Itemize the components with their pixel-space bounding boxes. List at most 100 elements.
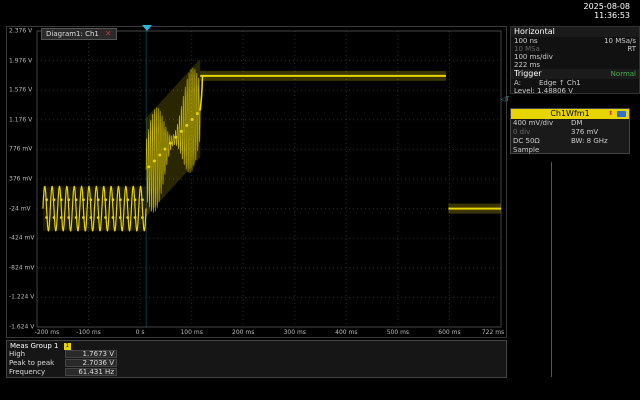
trace-dot	[168, 141, 172, 145]
trigger-level[interactable]: Level: 1.48806 V	[511, 87, 639, 95]
vertical-offset: 376 mV	[571, 128, 599, 136]
measurement-row[interactable]: High 1.7673 V	[7, 350, 117, 359]
horizontal-row[interactable]: 100 ns 10 MSa/s	[511, 37, 639, 45]
trace-dot	[111, 216, 115, 219]
trace-rise-edge	[199, 75, 206, 111]
horizontal-row[interactable]: 100 ms/div	[511, 53, 639, 61]
y-tick-label: 1.176 V	[9, 116, 33, 124]
trace-dot	[104, 198, 107, 202]
trace-dot	[118, 216, 122, 219]
trigger-slot: A:	[514, 79, 522, 87]
measurement-value: 1.7673 V	[65, 350, 117, 358]
trace-dot	[45, 198, 48, 202]
measurement-value: 61.431 Hz	[65, 368, 117, 376]
trace-dot	[141, 198, 144, 202]
trigger-title: Trigger	[514, 69, 542, 78]
trace-dot	[141, 216, 144, 219]
measurement-row[interactable]: Frequency 61.431 Hz	[7, 368, 117, 377]
date-display: 2025-08-08	[583, 2, 631, 11]
x-tick-label: 500 ms	[386, 329, 410, 336]
x-tick-label: 200 ms	[232, 329, 255, 336]
waveform-row[interactable]: 400 mV/div DM	[511, 119, 629, 128]
measurement-group-panel[interactable]: Meas Group 1 1 High 1.7673 V Peak to pea…	[6, 340, 507, 378]
horizontal-record-length: 10 MSa	[514, 45, 540, 53]
measurement-label: High	[9, 350, 26, 358]
trace-dot	[126, 198, 130, 202]
trace-dot	[111, 198, 115, 202]
trace-dot	[195, 112, 199, 116]
trigger-level-marker[interactable]: ◁T	[501, 96, 509, 103]
trace-dot	[52, 216, 56, 219]
measurement-value: 2.7036 V	[65, 359, 117, 367]
trace-dot	[174, 135, 178, 139]
trace-dot	[118, 198, 122, 202]
trace-dot	[152, 159, 156, 163]
trace-dot	[147, 165, 151, 169]
trace-dot	[133, 198, 137, 202]
measurement-badge: 1	[63, 342, 71, 350]
horizontal-timebase: 100 ms/div	[514, 53, 553, 61]
trace-dot	[89, 216, 93, 219]
horizontal-resolution: 100 ns	[514, 37, 538, 45]
trace-dot	[67, 198, 71, 202]
trace-dot	[74, 216, 78, 219]
updown-arrows-icon[interactable]: ⬍	[608, 109, 613, 119]
measurement-label: Frequency	[9, 368, 46, 376]
settings-icon[interactable]	[617, 111, 626, 117]
channel-waveform-panel[interactable]: Ch1Wfm1 ⬍ 400 mV/div DM 0 div 376 mV DC …	[510, 108, 630, 154]
x-tick-label: 722 ms	[481, 329, 505, 336]
y-tick-label: 1.976 V	[9, 57, 33, 65]
trace-dot	[179, 129, 183, 133]
trace-dot	[45, 216, 48, 219]
trace-dot	[126, 216, 130, 219]
horizontal-position: 222 ms	[514, 61, 541, 69]
trace-dot	[158, 153, 162, 157]
waveform-row[interactable]: Sample	[511, 146, 629, 155]
trace-dot	[59, 198, 63, 202]
waveform-row[interactable]: DC 50Ω BW: 8 GHz	[511, 137, 629, 146]
trace-dot	[82, 216, 85, 219]
trace-dot	[163, 147, 167, 151]
horizontal-row[interactable]: 222 ms	[511, 61, 639, 69]
measurement-group-title[interactable]: Meas Group 1 1	[7, 341, 506, 350]
horizontal-sample-rate: 10 MSa/s	[604, 37, 636, 45]
y-tick-label: 376 mV	[9, 175, 33, 183]
x-tick-label: -100 ms	[76, 329, 101, 336]
close-icon[interactable]: ✕	[105, 29, 112, 39]
trigger-mode[interactable]: Normal	[611, 69, 636, 79]
waveform-header[interactable]: Ch1Wfm1 ⬍	[511, 109, 629, 119]
waveform-plot[interactable]	[7, 27, 508, 339]
y-tick-label: 776 mV	[9, 145, 33, 153]
trigger-type: Edge ↑ Ch1	[539, 79, 581, 87]
waveform-title: Ch1Wfm1	[550, 109, 590, 118]
y-tick-label: 2.376 V	[9, 27, 33, 35]
trigger-title-row[interactable]: Trigger Normal	[511, 69, 639, 79]
horizontal-row[interactable]: 10 MSa RT	[511, 45, 639, 53]
measurement-row[interactable]: Peak to peak 2.7036 V	[7, 359, 117, 368]
diagram-tab[interactable]: Diagram1: Ch1 ✕	[41, 28, 117, 40]
bandwidth: BW: 8 GHz	[571, 137, 608, 145]
horizontal-trigger-panel[interactable]: Horizontal 100 ns 10 MSa/s 10 MSa RT 100…	[510, 26, 640, 95]
y-tick-label: -24 mV	[9, 205, 31, 213]
trace-dot	[89, 198, 93, 202]
decimation: Sample	[513, 146, 540, 154]
trace-dot	[96, 216, 100, 219]
trigger-row[interactable]: A: Edge ↑ Ch1	[511, 79, 639, 87]
coupling: DC 50Ω	[513, 137, 540, 145]
horizontal-mode: RT	[627, 45, 636, 53]
y-tick-label: 1.576 V	[9, 86, 33, 94]
trigger-position-marker[interactable]	[142, 25, 152, 31]
trace-dot	[67, 216, 71, 219]
vertical-scale: 400 mV/div	[513, 119, 554, 127]
horizontal-title: Horizontal	[511, 27, 639, 37]
y-tick-label: -824 mV	[9, 264, 35, 272]
diagram-window[interactable]: Diagram1: Ch1 ✕ ◁T 2.376 V 1.976 V 1.576 V…	[6, 25, 509, 339]
trace-dot	[59, 216, 63, 219]
trace-dot	[74, 198, 78, 202]
y-tick-label: -1.224 V	[9, 293, 35, 301]
trace-dot	[190, 118, 194, 122]
time-display: 11:36:53	[594, 11, 630, 20]
x-tick-label: 400 ms	[335, 329, 358, 336]
y-tick-label: -1.624 V	[9, 323, 35, 331]
waveform-row[interactable]: 0 div 376 mV	[511, 128, 629, 137]
